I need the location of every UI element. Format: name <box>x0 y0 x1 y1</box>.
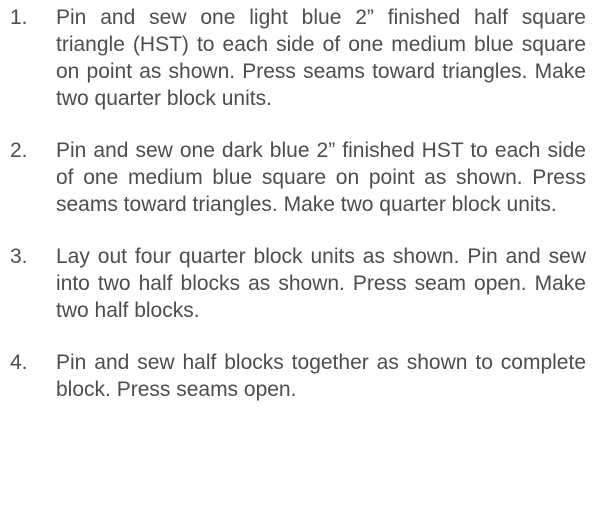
instruction-step-2: 2. Pin and sew one dark blue 2” finished… <box>10 137 586 218</box>
step-text: Lay out four quarter block units as show… <box>56 245 586 322</box>
step-text: Pin and sew half blocks together as show… <box>56 351 586 401</box>
step-text: Pin and sew one light blue 2” finished h… <box>56 6 586 110</box>
instruction-steps-list: 1. Pin and sew one light blue 2” finishe… <box>10 4 586 428</box>
step-number: 2. <box>10 139 28 162</box>
instruction-step-1: 1. Pin and sew one light blue 2” finishe… <box>10 4 586 112</box>
step-number: 3. <box>10 245 28 268</box>
step-number: 4. <box>10 351 28 374</box>
instruction-step-4: 4. Pin and sew half blocks together as s… <box>10 349 586 403</box>
step-number: 1. <box>10 6 28 29</box>
instruction-step-3: 3. Lay out four quarter block units as s… <box>10 243 586 324</box>
instructions-page: 1. Pin and sew one light blue 2” finishe… <box>0 0 593 529</box>
step-text: Pin and sew one dark blue 2” finished HS… <box>56 139 586 216</box>
